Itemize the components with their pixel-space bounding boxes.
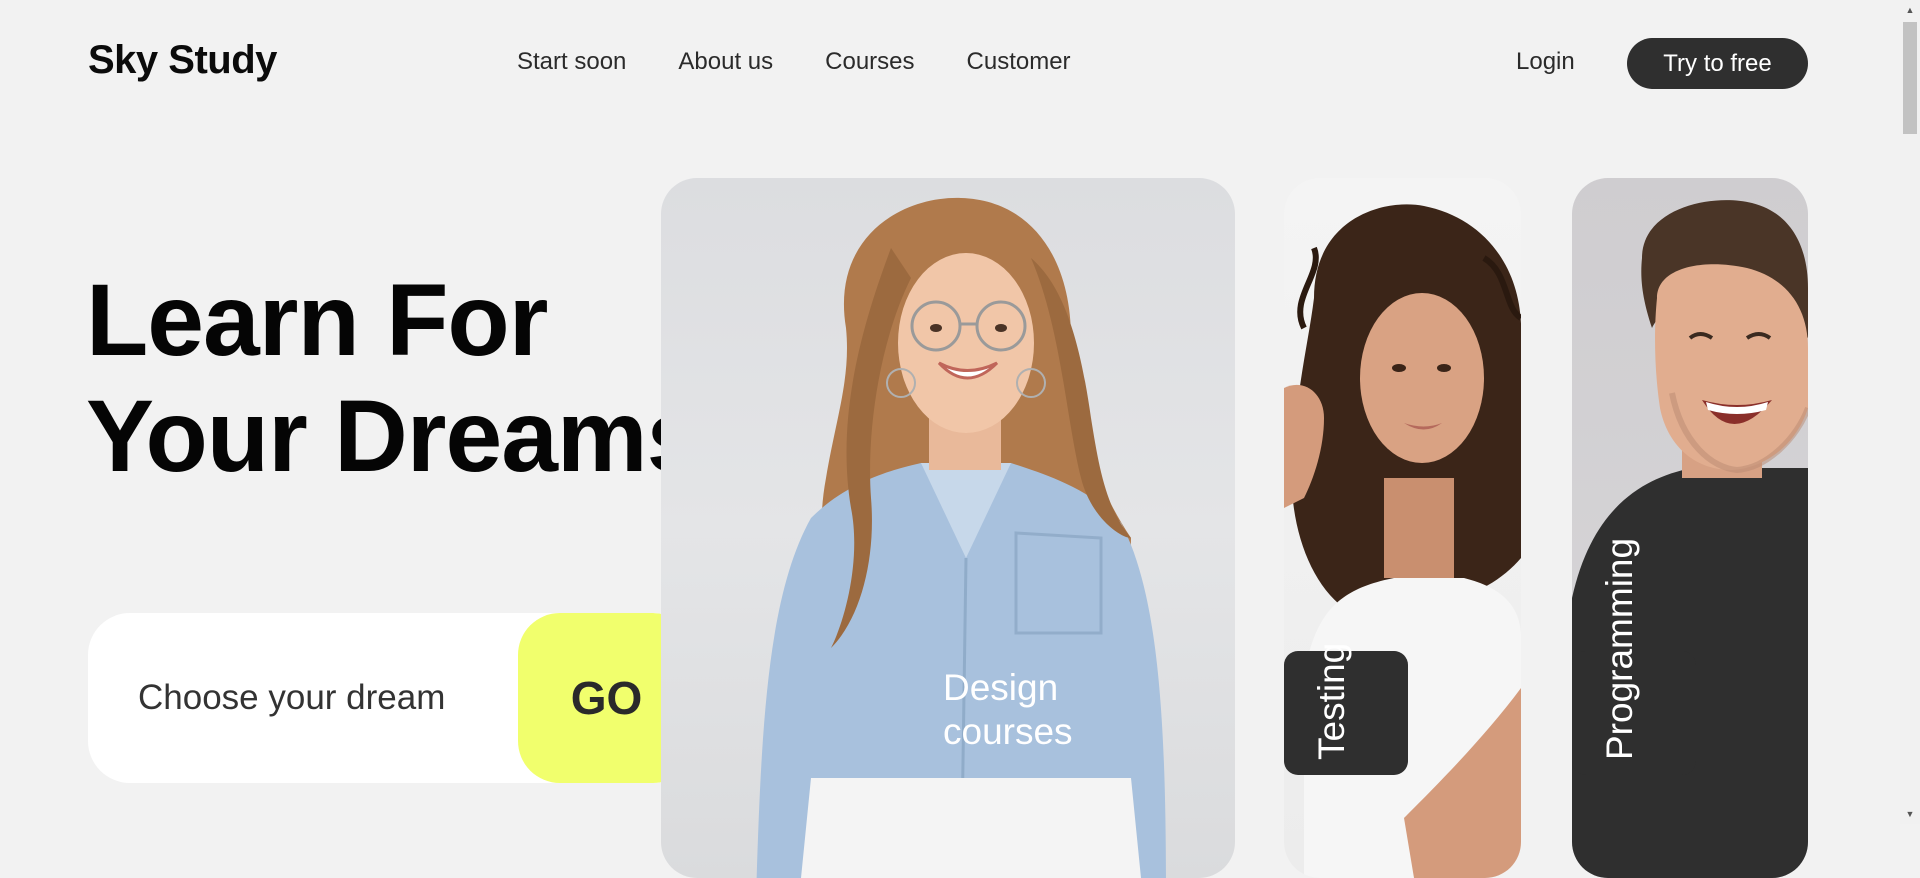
hero-title: Learn For Your Dreams bbox=[86, 262, 703, 494]
dream-search-input[interactable] bbox=[88, 613, 518, 783]
logo[interactable]: Sky Study bbox=[88, 38, 277, 83]
design-label-line-2: courses bbox=[943, 711, 1073, 752]
course-card-design[interactable]: Design courses bbox=[661, 178, 1235, 878]
design-course-photo bbox=[756, 197, 1166, 878]
triangle-up-icon[interactable]: ▲ bbox=[1900, 2, 1920, 18]
course-card-testing[interactable]: Testing bbox=[1284, 178, 1521, 878]
hero-title-line-2: Your Dreams bbox=[86, 379, 703, 493]
login-link[interactable]: Login bbox=[1516, 48, 1575, 76]
dream-search: GO bbox=[88, 613, 695, 783]
page-scrollbar[interactable]: ▲ ▼ bbox=[1900, 0, 1920, 824]
nav-link-start-soon[interactable]: Start soon bbox=[517, 48, 626, 76]
site-header: Sky Study Start soon About us Courses Cu… bbox=[0, 0, 1900, 130]
triangle-down-icon[interactable]: ▼ bbox=[1900, 806, 1920, 822]
hero-title-line-1: Learn For bbox=[86, 263, 548, 377]
nav-link-customer[interactable]: Customer bbox=[967, 48, 1071, 76]
scrollbar-thumb[interactable] bbox=[1903, 22, 1917, 134]
design-label-line-1: Design bbox=[943, 667, 1059, 708]
design-courses-label: Design courses bbox=[943, 666, 1073, 754]
nav-link-courses[interactable]: Courses bbox=[825, 48, 914, 76]
try-free-button[interactable]: Try to free bbox=[1627, 38, 1808, 89]
programming-label: Programming bbox=[1599, 537, 1640, 760]
testing-label: Testing bbox=[1311, 642, 1352, 760]
course-card-programming[interactable]: Programming bbox=[1572, 178, 1808, 878]
main-nav: Start soon About us Courses Customer bbox=[517, 48, 1071, 76]
nav-link-about-us[interactable]: About us bbox=[678, 48, 773, 76]
